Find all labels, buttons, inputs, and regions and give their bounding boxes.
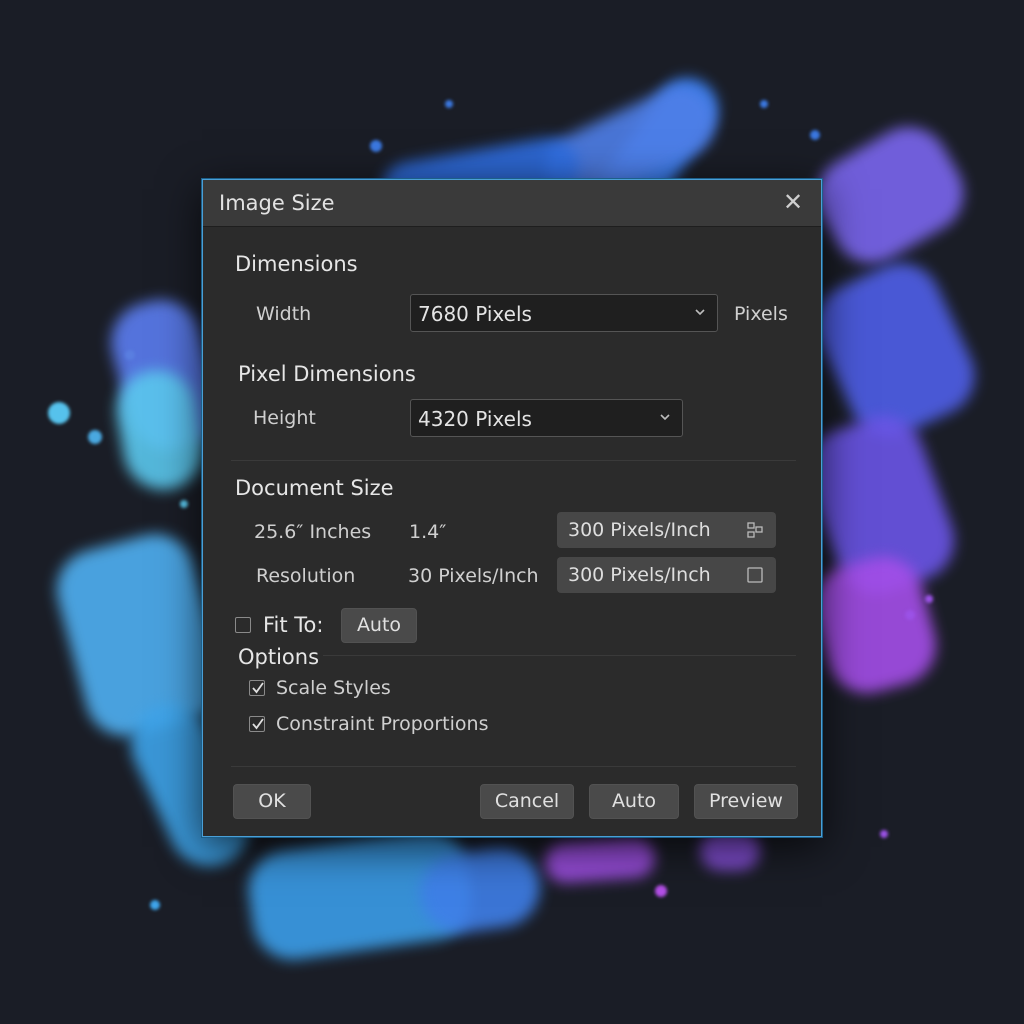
divider: [231, 460, 796, 461]
doc-row1-resolution-field[interactable]: 300 Pixels/Inch: [557, 512, 776, 548]
scale-styles-checkbox[interactable]: [249, 680, 265, 696]
checkmark-icon: [252, 718, 264, 730]
width-value: 7680 Pixels: [418, 302, 532, 326]
height-dropdown[interactable]: 4320 Pixels: [410, 399, 683, 437]
checkmark-icon: [252, 682, 264, 694]
fit-to-auto-button[interactable]: Auto: [341, 608, 417, 643]
fit-to-label: Fit To:: [263, 613, 324, 637]
height-value: 4320 Pixels: [418, 407, 532, 431]
chevron-down-icon: [660, 414, 670, 421]
image-size-dialog: Image Size ✕ Dimensions Width 7680 Pixel…: [202, 179, 822, 837]
doc-row1-field-text: 300 Pixels/Inch: [568, 519, 711, 541]
paint-dot: [88, 430, 102, 444]
paint-dot: [655, 885, 667, 897]
constraint-proportions-checkbox[interactable]: [249, 716, 265, 732]
paint-dot: [180, 500, 188, 508]
brush-stroke: [543, 836, 657, 884]
paint-dot: [48, 402, 70, 424]
width-unit-label: Pixels: [734, 303, 788, 325]
fit-to-checkbox[interactable]: [235, 617, 251, 633]
section-heading-document-size: Document Size: [235, 476, 394, 500]
cancel-button[interactable]: Cancel: [480, 784, 574, 819]
dialog-titlebar[interactable]: Image Size ✕: [203, 180, 821, 227]
close-icon[interactable]: ✕: [779, 188, 807, 216]
paint-dot: [880, 830, 888, 838]
section-heading-options: Options: [238, 645, 320, 669]
paint-dot: [810, 130, 820, 140]
paint-dot: [445, 100, 453, 108]
link-chain-icon[interactable]: [746, 521, 764, 539]
section-heading-dimensions: Dimensions: [235, 252, 358, 276]
paint-dot: [150, 900, 160, 910]
constraint-proportions-label: Constraint Proportions: [276, 713, 489, 735]
paint-dot: [760, 100, 768, 108]
divider: [231, 766, 796, 767]
height-label: Height: [253, 407, 316, 429]
width-dropdown[interactable]: 7680 Pixels: [410, 294, 718, 332]
section-heading-pixel-dimensions: Pixel Dimensions: [238, 362, 416, 386]
paint-dot: [125, 350, 135, 360]
paint-dot: [925, 595, 933, 603]
width-label: Width: [256, 303, 312, 325]
brush-stroke: [801, 112, 979, 278]
chevron-down-icon: [695, 309, 705, 316]
resolution-value: 30 Pixels/Inch: [408, 565, 539, 587]
doc-row1-label: 25.6″ Inches: [254, 521, 372, 543]
dialog-title: Image Size: [219, 191, 335, 215]
doc-row1-value: 1.4″: [409, 521, 447, 543]
scale-styles-label: Scale Styles: [276, 677, 391, 699]
divider: [323, 655, 796, 656]
paint-dot: [370, 140, 382, 152]
square-icon[interactable]: [746, 566, 764, 584]
resolution-label: Resolution: [256, 565, 356, 587]
resolution-field-text: 300 Pixels/Inch: [568, 564, 711, 586]
auto-button[interactable]: Auto: [589, 784, 679, 819]
preview-button[interactable]: Preview: [694, 784, 798, 819]
paint-dot: [905, 610, 915, 620]
ok-button[interactable]: OK: [233, 784, 311, 819]
resolution-field[interactable]: 300 Pixels/Inch: [557, 557, 776, 593]
